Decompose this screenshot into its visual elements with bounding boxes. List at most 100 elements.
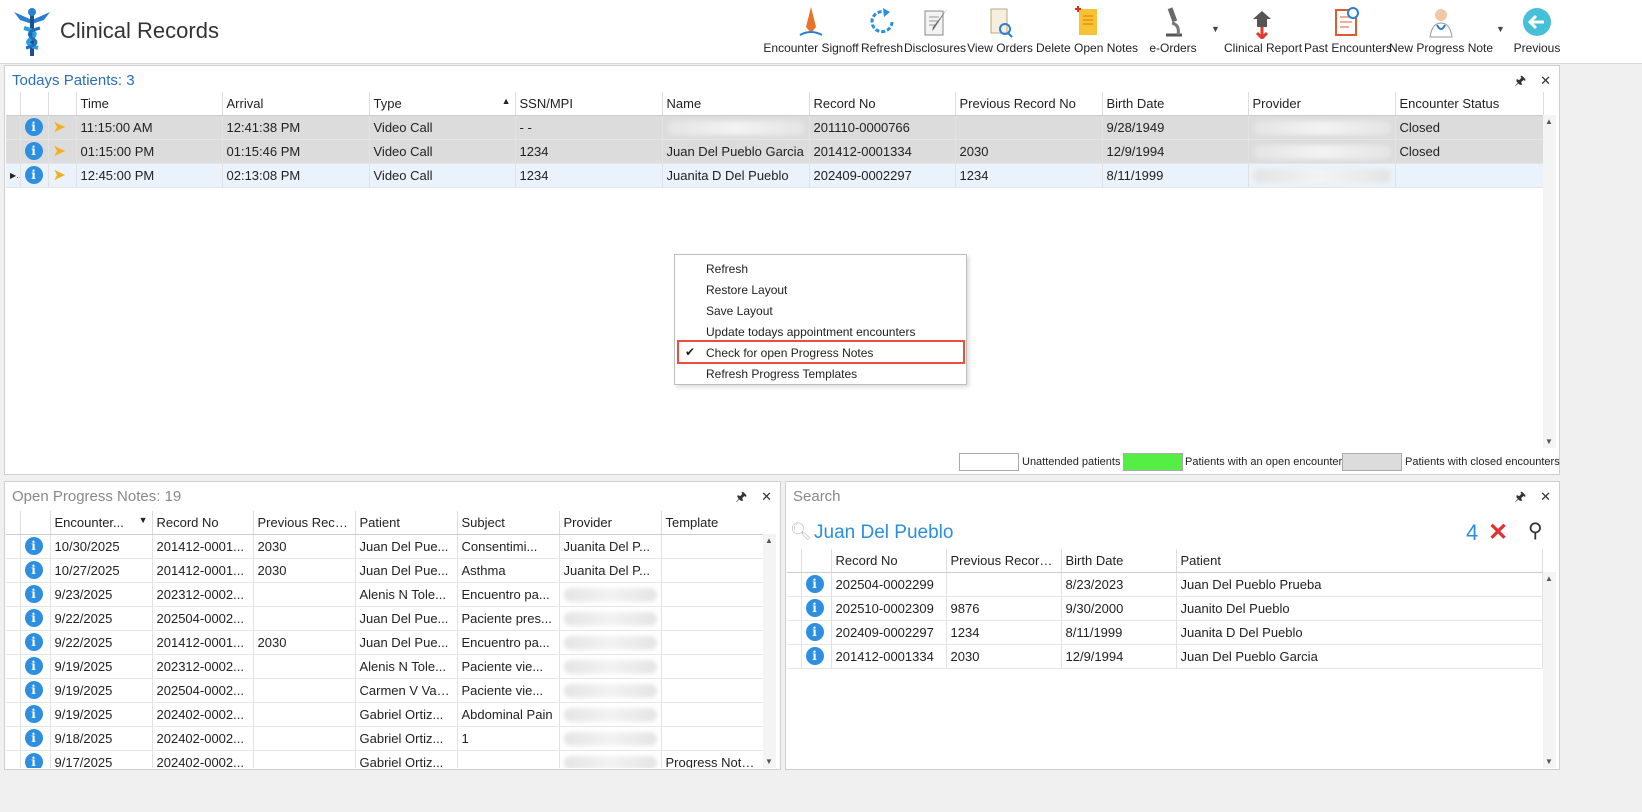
table-row[interactable]: i 9/17/2025 202402-0002... Gabriel Ortiz...… <box>6 750 763 768</box>
table-row[interactable]: i 9/19/2025 202402-0002... Gabriel Ortiz...… <box>6 702 763 727</box>
previous-button[interactable]: Previous <box>1509 2 1565 62</box>
encounter-signoff-button[interactable]: Encounter Signoff <box>763 2 859 62</box>
column-header-time[interactable]: Time <box>76 92 223 116</box>
column-header-template[interactable]: Template <box>661 511 763 535</box>
table-row[interactable]: i 9/19/2025 202504-0002... Carmen V Vaz... P… <box>6 678 763 703</box>
scroll-up-icon[interactable]: ▲ <box>1545 117 1553 126</box>
info-button[interactable]: i <box>20 702 51 727</box>
e-orders-dropdown-arrow-icon[interactable]: ▼ <box>1211 24 1220 34</box>
info-button[interactable]: i <box>801 572 832 597</box>
column-header-previous-record[interactable]: Previous Reco... <box>253 511 356 535</box>
scroll-down-icon[interactable]: ▼ <box>765 757 773 766</box>
info-button[interactable]: i <box>20 534 51 559</box>
search-input[interactable]: Juan Del Pueblo <box>814 522 953 544</box>
column-header-type[interactable]: Type ▲ <box>369 92 516 116</box>
info-button[interactable]: i <box>20 582 51 607</box>
disclosures-button[interactable]: Disclosures <box>904 2 966 62</box>
table-row[interactable]: i 10/30/2025 201412-0001... 2030 Juan Del Pu… <box>6 534 763 559</box>
info-button[interactable]: i <box>20 678 51 703</box>
column-header-arrival[interactable]: Arrival <box>222 92 370 116</box>
toolbar-label: Past Encounters <box>1304 41 1393 55</box>
search-go-icon[interactable]: ⚲ <box>1528 518 1543 543</box>
close-icon[interactable]: ✕ <box>1540 489 1551 504</box>
info-button[interactable]: i <box>801 644 832 669</box>
row-indicator <box>6 558 21 583</box>
column-header-subject[interactable]: Subject <box>457 511 560 535</box>
column-header-patient[interactable]: Patient <box>355 511 458 535</box>
scroll-down-icon[interactable]: ▼ <box>1545 437 1553 446</box>
refresh-button[interactable]: Refresh <box>860 2 904 62</box>
menu-item-update-appointment-encounters[interactable]: Update todays appointment encounters <box>706 325 915 339</box>
e-orders-button[interactable]: e-Orders <box>1145 2 1201 62</box>
info-button[interactable]: i <box>20 654 51 679</box>
menu-item-save-layout[interactable]: Save Layout <box>706 304 773 318</box>
past-encounters-button[interactable]: Past Encounters <box>1304 2 1393 62</box>
table-row[interactable]: i 9/22/2025 201412-0001... 2030 Juan Del Pue… <box>6 630 763 655</box>
new-note-dropdown-arrow-icon[interactable]: ▼ <box>1496 24 1505 34</box>
info-button[interactable]: i <box>20 558 51 583</box>
info-button[interactable]: i <box>20 630 51 655</box>
pin-icon[interactable]: 🖈 <box>1514 489 1526 504</box>
scroll-up-icon[interactable]: ▲ <box>1545 574 1553 583</box>
delete-open-notes-button[interactable]: Delete Open Notes <box>1036 2 1138 62</box>
pin-icon[interactable]: 🖈 <box>1514 73 1526 88</box>
close-icon[interactable]: ✕ <box>761 489 772 504</box>
table-row[interactable]: i 9/19/2025 202312-0002... Alenis N Tole...… <box>6 654 763 679</box>
menu-item-refresh-progress-templates[interactable]: Refresh Progress Templates <box>706 367 857 381</box>
redacted-blur <box>666 120 805 135</box>
table-row[interactable]: i 9/18/2025 202402-0002... Gabriel Ortiz...… <box>6 726 763 751</box>
table-row[interactable]: i ➤ 11:15:00 AM 12:41:38 PM Video Call -… <box>6 115 1544 140</box>
clinical-report-button[interactable]: Clinical Report <box>1224 2 1302 62</box>
table-row[interactable]: i 201412-0001334 2030 12/9/1994 Juan Del Pue… <box>787 644 1543 669</box>
scroll-up-icon[interactable]: ▲ <box>765 536 773 545</box>
table-row[interactable]: i ➤ 01:15:00 PM 01:15:46 PM Video Call 1… <box>6 139 1544 164</box>
column-header-previous-record-no[interactable]: Previous Record No <box>955 92 1103 116</box>
column-header-record-no[interactable]: Record No <box>831 549 947 573</box>
cell-record-no: 201110-0000766 <box>809 115 956 140</box>
table-row[interactable]: i 9/22/2025 202504-0002... Juan Del Pue... P… <box>6 606 763 631</box>
column-header-provider[interactable]: Provider <box>1248 92 1396 116</box>
column-header-birth-date[interactable]: Birth Date <box>1061 549 1177 573</box>
column-header-encounter[interactable]: Encounter... ▼ <box>50 511 153 535</box>
info-button[interactable]: i <box>801 596 832 621</box>
info-button[interactable]: i <box>20 606 51 631</box>
table-row[interactable]: i 202409-0002297 1234 8/11/1999 Juanita D De… <box>787 620 1543 645</box>
column-header-provider[interactable]: Provider <box>559 511 662 535</box>
column-header-birth-date[interactable]: Birth Date <box>1102 92 1249 116</box>
scroll-down-icon[interactable]: ▼ <box>1545 757 1553 766</box>
column-header-record-no[interactable]: Record No <box>152 511 254 535</box>
cell-name: Juanita D Del Pueblo <box>662 163 810 188</box>
panel-title-text: Todays Patients: <box>12 72 123 89</box>
table-row-selected[interactable]: ▶ i ➤ 12:45:00 PM 02:13:08 PM Video Call… <box>6 163 1544 188</box>
table-row[interactable]: i 202510-0002309 9876 9/30/2000 Juanito Del … <box>787 596 1543 621</box>
info-button[interactable]: i <box>20 750 51 768</box>
info-button[interactable]: i <box>801 620 832 645</box>
table-row[interactable]: i 202504-0002299 8/23/2023 Juan Del Pueblo … <box>787 572 1543 597</box>
menu-item-refresh[interactable]: Refresh <box>706 262 748 276</box>
table-row[interactable]: i 10/27/2025 201412-0001... 2030 Juan Del Pu… <box>6 558 763 583</box>
info-button[interactable]: i <box>20 726 51 751</box>
info-button[interactable]: i <box>20 115 49 140</box>
open-notes-scrollbar[interactable]: ▲ ▼ <box>763 534 776 768</box>
cell-ssn: 1234 <box>515 139 663 164</box>
cell-prev <box>253 606 356 631</box>
close-icon[interactable]: ✕ <box>1540 73 1551 88</box>
column-header-name[interactable]: Name <box>662 92 810 116</box>
column-header-previous-record[interactable]: Previous Record... <box>946 549 1062 573</box>
column-header-record-no[interactable]: Record No <box>809 92 956 116</box>
row-indicator <box>787 596 802 621</box>
pin-icon[interactable]: 🖈 <box>735 489 747 504</box>
column-header-encounter-status[interactable]: Encounter Status <box>1395 92 1544 116</box>
info-button[interactable]: i <box>20 163 49 188</box>
column-header-patient[interactable]: Patient <box>1176 549 1543 573</box>
new-progress-note-button[interactable]: New Progress Note <box>1389 2 1493 62</box>
view-orders-button[interactable]: View Orders <box>967 2 1033 62</box>
clear-search-icon[interactable]: ✕ <box>1488 518 1508 547</box>
table-row[interactable]: i 9/23/2025 202312-0002... Alenis N Tole...… <box>6 582 763 607</box>
todays-patients-scrollbar[interactable]: ▲ ▼ <box>1543 115 1556 448</box>
menu-item-restore-layout[interactable]: Restore Layout <box>706 283 787 297</box>
search-results-scrollbar[interactable]: ▲ ▼ <box>1543 572 1556 768</box>
cell-date: 9/19/2025 <box>50 702 153 727</box>
info-button[interactable]: i <box>20 139 49 164</box>
column-header-ssn[interactable]: SSN/MPI <box>515 92 663 116</box>
